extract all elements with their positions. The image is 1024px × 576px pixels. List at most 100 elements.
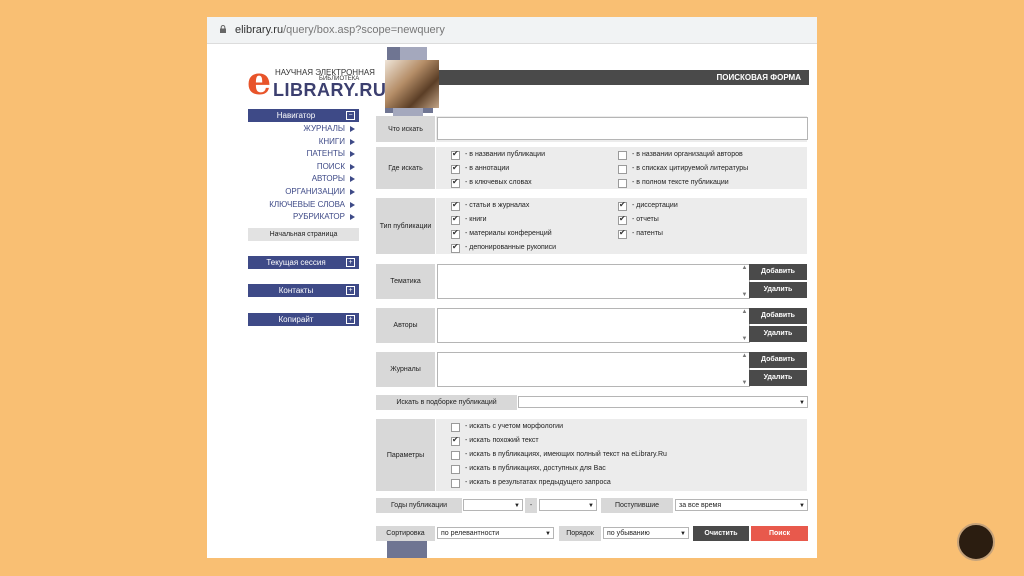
elibrary-logo[interactable]: e НАУЧНАЯ ЭЛЕКТРОННАЯ БИБЛИОТЕКА LIBRARY… [247,58,407,103]
in-selection-label: Искать в подборке публикаций [376,395,517,410]
checkbox[interactable] [451,423,460,432]
url-text: elibrary.ru/query/box.asp?scope=newquery [235,17,445,43]
option-label: - в списках цитируемой литературы [632,165,749,172]
checkbox[interactable] [451,200,460,211]
expand-icon[interactable]: + [346,258,355,267]
checkbox[interactable] [451,214,460,225]
option-label: - искать в результатах предыдущего запро… [465,479,611,486]
nav-item[interactable]: ПАТЕНТЫ [248,148,359,160]
scroll-down-icon[interactable]: ▼ [740,336,749,342]
page-title: ПОИСКОВАЯ ФОРМА [716,73,801,82]
nav-item[interactable]: ЖУРНАЛЫ [248,123,359,135]
checkbox[interactable] [618,228,627,239]
browser-window: elibrary.ru/query/box.asp?scope=newquery… [207,17,817,558]
checkbox[interactable] [451,465,460,474]
checkbox[interactable] [618,165,627,174]
dropdown-arrow-icon: ▼ [799,400,805,406]
copyright-label: Копирайт [278,315,314,324]
checkbox[interactable] [451,479,460,488]
option-label: - искать похожий текст [465,437,539,444]
topic-label: Тематика [376,264,435,299]
received-select[interactable]: за все время ▼ [675,499,808,511]
journals-remove-button[interactable]: Удалить [749,370,807,386]
nav-item[interactable]: КЛЮЧЕВЫЕ СЛОВА [248,199,359,211]
nav-item[interactable]: АВТОРЫ [248,173,359,185]
sort-select[interactable]: по релевантности ▼ [437,527,554,539]
scroll-down-icon[interactable]: ▼ [740,380,749,386]
checkbox[interactable] [618,200,627,211]
option-label: - депонированные рукописи [465,244,557,251]
arrow-right-icon [350,163,355,170]
nav-item[interactable]: РУБРИКАТОР [248,211,359,223]
sort-value: по релевантности [441,530,500,537]
nav-item[interactable]: КНИГИ [248,136,359,148]
nav-item-label: ПАТЕНТЫ [306,149,345,159]
order-select[interactable]: по убыванию ▼ [603,527,689,539]
params-label: Параметры [376,419,435,491]
nav-item-label: ПОИСК [316,161,345,171]
nav-item[interactable]: ОРГАНИЗАЦИИ [248,186,359,198]
sort-label: Сортировка [376,526,435,541]
navigator-header[interactable]: Навигатор − [248,109,359,122]
option-label: - статьи в журналах [465,202,530,209]
checkbox[interactable] [451,451,460,460]
logo-name: LIBRARY.RU [273,80,387,100]
decor-block [400,47,427,60]
expand-icon[interactable]: + [346,286,355,295]
topic-remove-button[interactable]: Удалить [749,282,807,298]
clear-button[interactable]: Очистить [693,526,749,541]
year-from-select[interactable]: ▼ [463,499,523,511]
search-button[interactable]: Поиск [751,526,808,541]
years-dash: - [525,498,537,513]
type-label: Тип публикации [376,198,435,254]
session-header[interactable]: Текущая сессия + [248,256,359,269]
scroll-up-icon[interactable]: ▲ [740,265,749,271]
what-textarea[interactable] [437,117,808,140]
arrow-right-icon [350,138,355,145]
selection-select[interactable]: ▼ [518,396,808,408]
year-to-select[interactable]: ▼ [539,499,597,511]
home-page-link[interactable]: Начальная страница [248,228,359,241]
authors-add-button[interactable]: Добавить [749,308,807,324]
topic-list[interactable]: ▲ ▼ [437,264,750,299]
checkbox[interactable] [451,242,460,253]
option-label: - диссертации [632,202,678,209]
topic-panel: ▲ ▼ Добавить Удалить [436,264,807,299]
journals-add-button[interactable]: Добавить [749,352,807,368]
contacts-header[interactable]: Контакты + [248,284,359,297]
nav-item[interactable]: ПОИСК [248,161,359,173]
authors-label: Авторы [376,308,435,343]
type-panel: - статьи в журналах - книги - материалы ко… [436,198,807,254]
url-path: /query/box.asp?scope=newquery [283,24,445,36]
nav-item-label: ЖУРНАЛЫ [303,124,345,133]
scroll-down-icon[interactable]: ▼ [740,292,749,298]
order-value: по убыванию [607,530,650,537]
dropdown-arrow-icon: ▼ [545,531,551,537]
collapse-icon[interactable]: − [346,111,355,120]
checkbox[interactable] [618,179,627,188]
checkbox[interactable] [451,228,460,239]
checkbox[interactable] [451,435,460,446]
arrow-right-icon [350,201,355,208]
checkbox[interactable] [618,151,627,160]
copyright-header[interactable]: Копирайт + [248,313,359,326]
topic-add-button[interactable]: Добавить [749,264,807,280]
authors-remove-button[interactable]: Удалить [749,326,807,342]
nav-item-label: ОРГАНИЗАЦИИ [285,187,345,196]
checkbox[interactable] [451,163,460,174]
where-label: Где искать [376,147,435,189]
received-value: за все время [679,502,722,509]
scroll-up-icon[interactable]: ▲ [740,353,749,359]
checkbox[interactable] [451,177,460,188]
address-bar[interactable]: elibrary.ru/query/box.asp?scope=newquery [207,17,817,44]
order-label: Порядок [559,526,601,541]
checkbox[interactable] [618,214,627,225]
expand-icon[interactable]: + [346,315,355,324]
option-label: - в названии публикации [465,151,545,158]
option-label: - книги [465,216,487,223]
authors-panel: ▲ ▼ Добавить Удалить [436,308,807,343]
scroll-up-icon[interactable]: ▲ [740,309,749,315]
checkbox[interactable] [451,149,460,160]
authors-list[interactable]: ▲ ▼ [437,308,750,343]
journals-list[interactable]: ▲ ▼ [437,352,750,387]
